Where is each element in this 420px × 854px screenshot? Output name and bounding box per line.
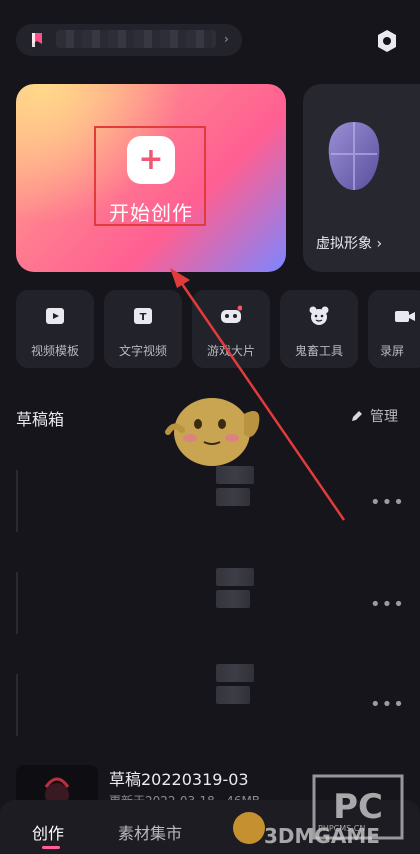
annotation-arrow bbox=[170, 268, 346, 521]
svg-text:PC: PC bbox=[333, 787, 383, 827]
watermark-sub: PHPCMS.CN bbox=[318, 824, 366, 833]
